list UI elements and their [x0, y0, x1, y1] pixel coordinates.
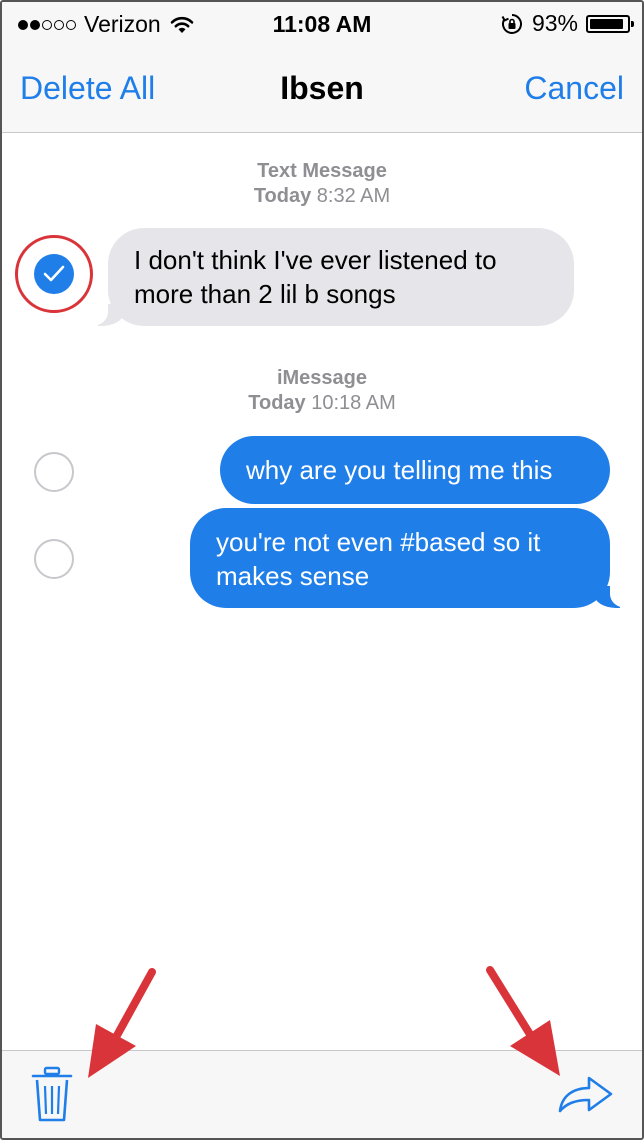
message-text: you're not even #based so it makes sense — [216, 527, 541, 591]
message-time: 8:32 AM — [316, 185, 391, 207]
message-select-checkbox[interactable] — [34, 539, 74, 579]
annotation-arrow-right — [486, 966, 560, 1076]
nav-bar: Delete All Ibsen Cancel — [2, 64, 642, 116]
message-type-label: iMessage — [276, 367, 368, 389]
message-text: I don't think I've ever listened to more… — [134, 245, 497, 309]
message-bubble-incoming[interactable]: I don't think I've ever listened to more… — [92, 228, 574, 326]
message-bubble-outgoing[interactable]: you're not even #based so it makes sense — [190, 508, 626, 608]
message-text: why are you telling me this — [246, 455, 553, 485]
bubble-tail — [594, 586, 626, 608]
battery-percent: 93% — [531, 10, 578, 36]
rotation-lock-icon — [501, 13, 522, 34]
top-bar: Verizon 11:08 AM 93% Delete All Ibsen Ca… — [2, 2, 642, 133]
message-time: 10:18 AM — [311, 392, 396, 414]
battery-level — [590, 18, 624, 29]
phone-screen: Verizon 11:08 AM 93% Delete All Ibsen Ca… — [0, 0, 644, 1140]
bubble-tail — [92, 304, 124, 326]
status-right: 93% — [500, 10, 634, 37]
message-date: Today — [248, 392, 306, 414]
message-bubble-outgoing[interactable]: why are you telling me this — [220, 436, 610, 504]
message-group-header: Text Message Today 8:32 AM — [2, 159, 642, 209]
message-group-header: iMessage Today 10:18 AM — [2, 366, 642, 416]
annotation-arrow-left — [88, 968, 156, 1078]
message-select-checkbox[interactable] — [34, 254, 74, 294]
message-type-label: Text Message — [257, 160, 387, 182]
message-date: Today — [253, 185, 312, 207]
checkmark-icon — [43, 265, 65, 282]
status-bar: Verizon 11:08 AM 93% — [2, 2, 642, 46]
cancel-button[interactable]: Cancel — [524, 70, 624, 107]
message-select-checkbox[interactable] — [34, 452, 74, 492]
battery-icon — [586, 14, 634, 33]
trash-icon[interactable] — [30, 1065, 74, 1125]
